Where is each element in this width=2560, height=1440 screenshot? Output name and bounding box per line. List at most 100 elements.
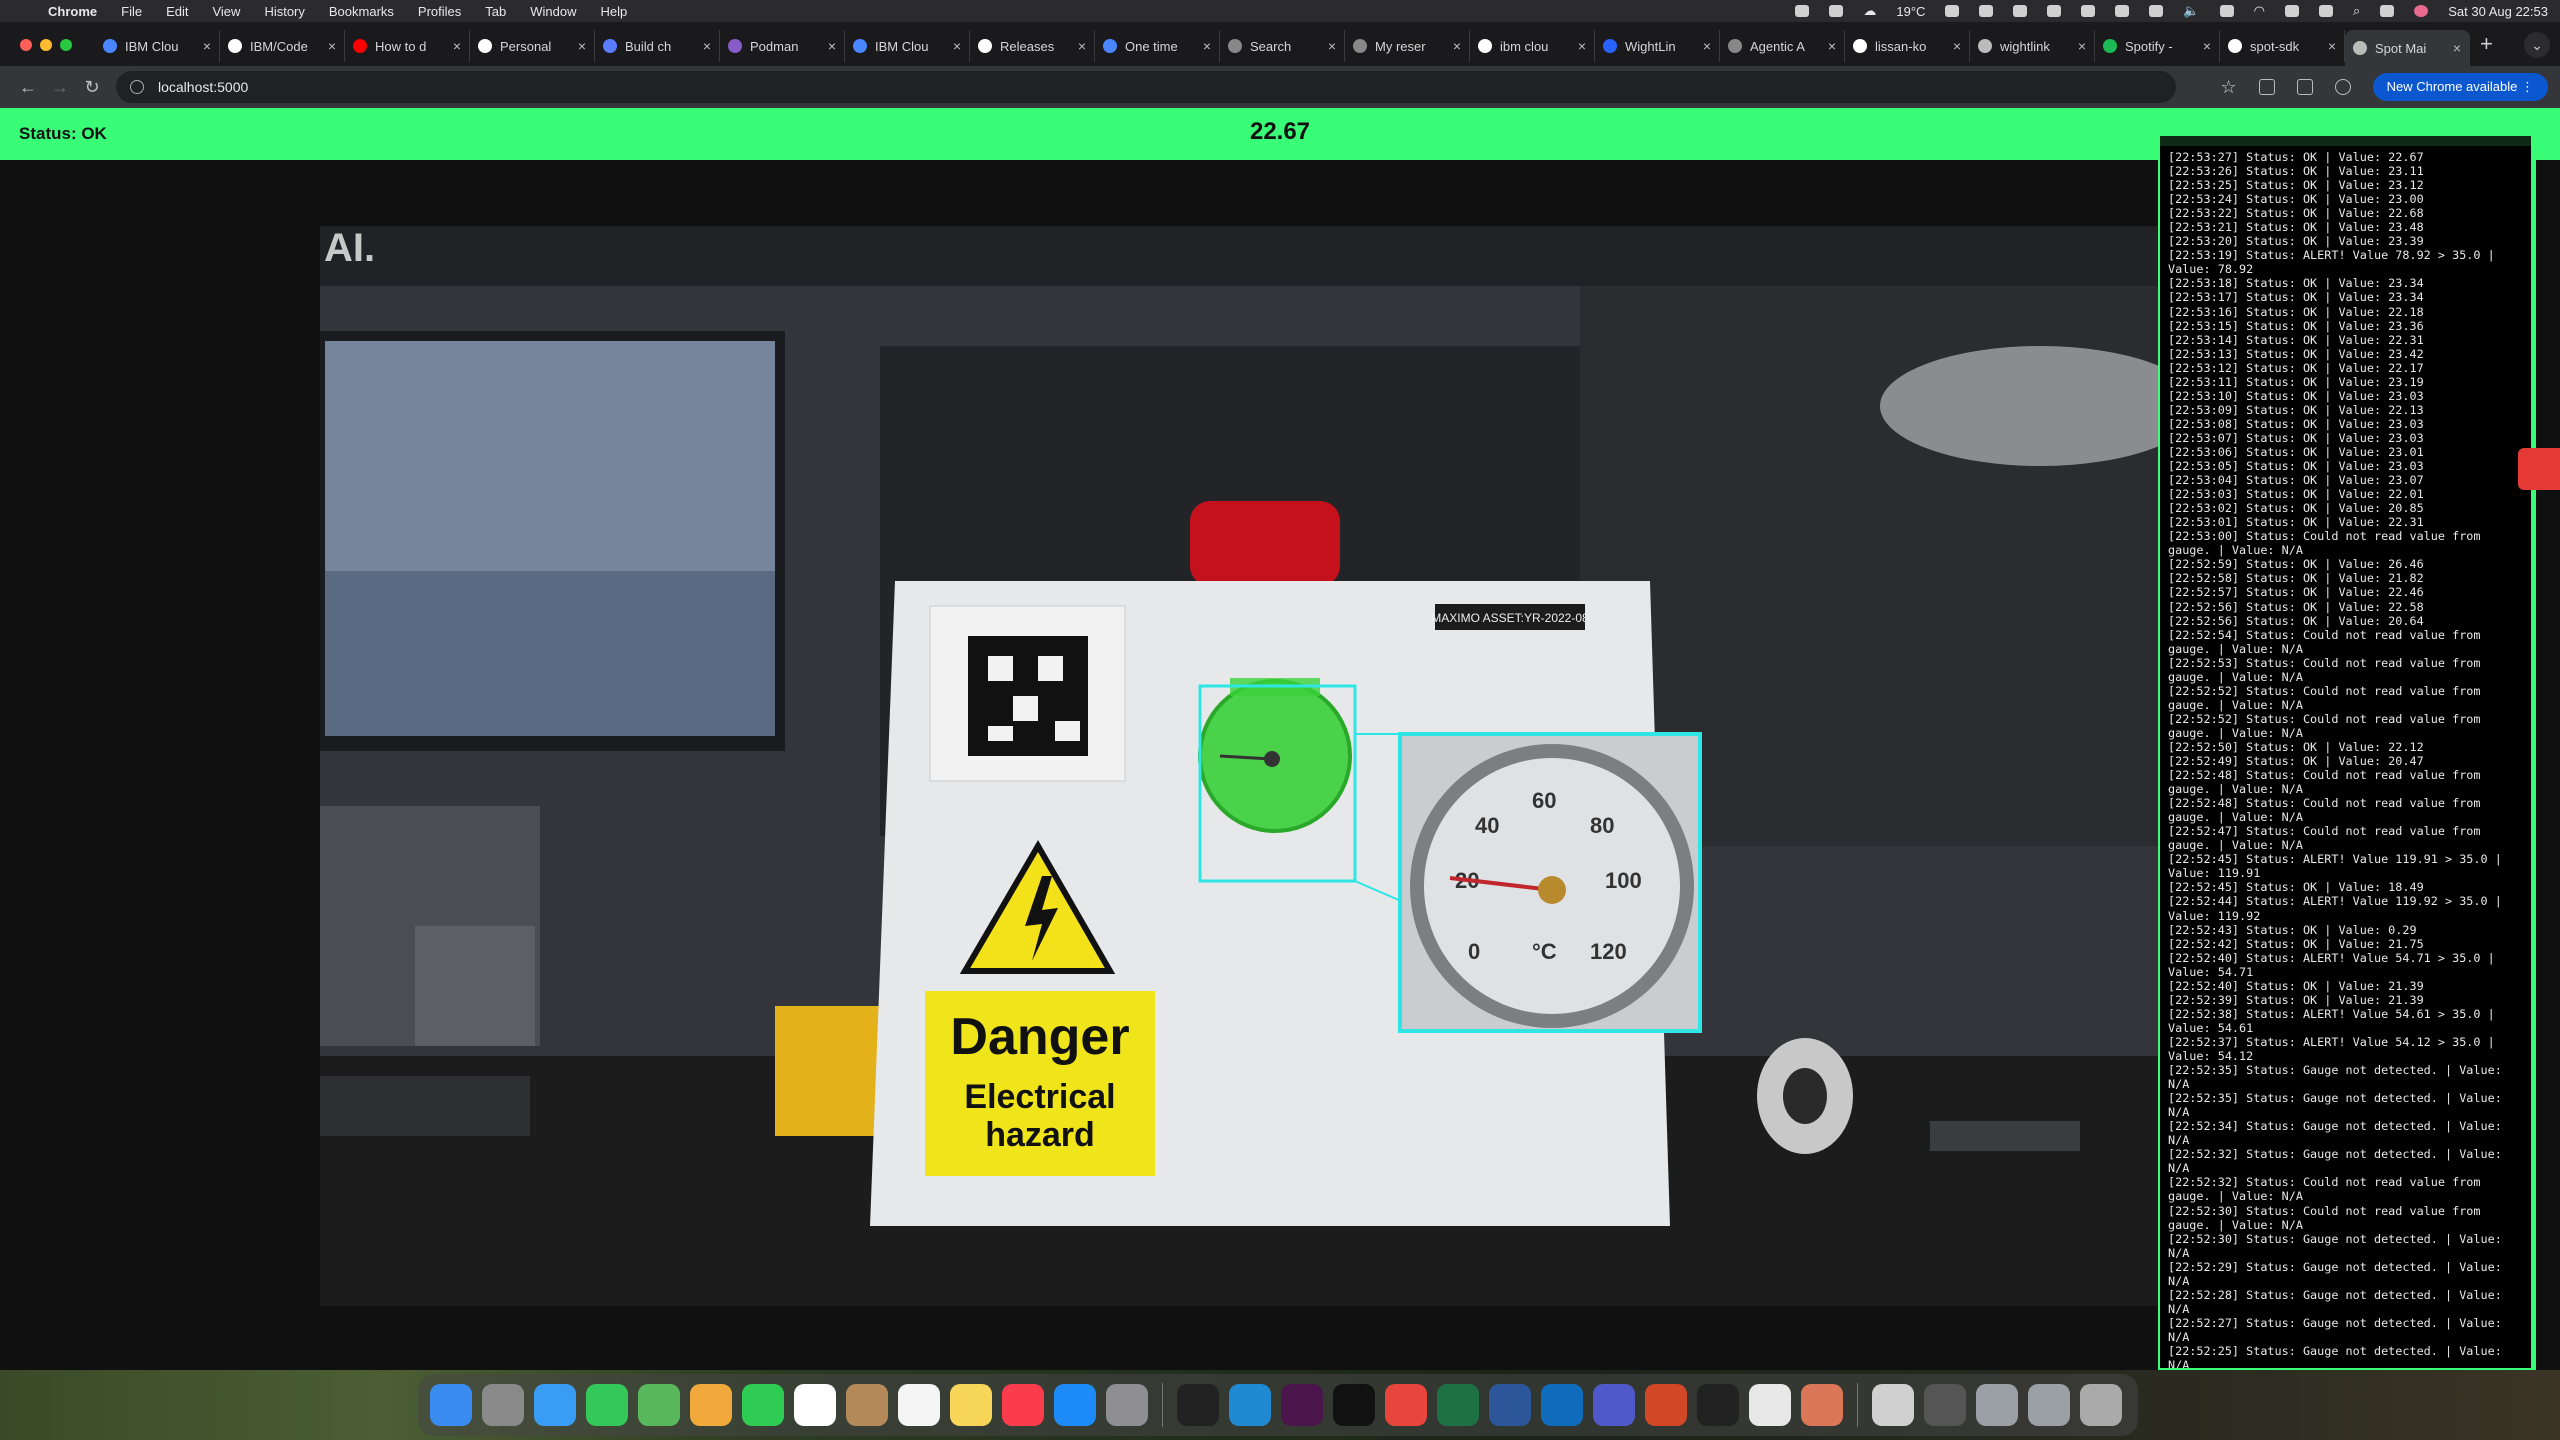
browser-tab[interactable]: IBM Clou × <box>95 30 220 62</box>
tab-search-dropdown-button[interactable]: ⌄ <box>2524 32 2550 58</box>
tab-close-icon[interactable]: × <box>328 38 336 54</box>
dock-claude-icon[interactable] <box>1801 1384 1843 1426</box>
browser-tab[interactable]: IBM Clou × <box>845 30 970 62</box>
wifi-icon[interactable]: ◠ <box>2254 3 2265 19</box>
tab-close-icon[interactable]: × <box>1453 38 1461 54</box>
dock-vscode-icon[interactable] <box>1229 1384 1271 1426</box>
back-button[interactable]: ← <box>12 77 44 98</box>
close-window-button[interactable] <box>20 39 32 51</box>
browser-tab[interactable]: Spotify - × <box>2095 30 2220 62</box>
extensions-icon[interactable] <box>2258 79 2275 95</box>
browser-tab[interactable]: How to d × <box>345 30 470 62</box>
volume-icon[interactable]: 🔈 <box>2183 3 2199 19</box>
tab-close-icon[interactable]: × <box>2203 38 2211 54</box>
tab-close-icon[interactable]: × <box>1953 38 1961 54</box>
browser-tab[interactable]: One time × <box>1095 30 1220 62</box>
status-item-icon[interactable] <box>2219 5 2234 17</box>
dock-downloads-folder-icon[interactable] <box>1976 1384 2018 1426</box>
browser-tab[interactable]: Build ch × <box>595 30 720 62</box>
browser-tab[interactable]: WightLin × <box>1595 30 1720 62</box>
dock-unity-icon[interactable] <box>1697 1384 1739 1426</box>
minimize-window-button[interactable] <box>40 39 52 51</box>
dock-finder-icon[interactable] <box>430 1384 472 1426</box>
address-bar[interactable]: localhost:5000 <box>116 71 2176 103</box>
dock-documents-folder-icon[interactable] <box>2028 1384 2070 1426</box>
browser-tab[interactable]: Agentic A × <box>1720 30 1845 62</box>
menu-profiles[interactable]: Profiles <box>418 4 461 19</box>
browser-tab[interactable]: My reser × <box>1345 30 1470 62</box>
tab-close-icon[interactable]: × <box>1203 38 1211 54</box>
dock-screenshot-folder-icon[interactable] <box>1924 1384 1966 1426</box>
browser-tab[interactable]: lissan-ko × <box>1845 30 1970 62</box>
reading-list-icon[interactable] <box>2296 79 2313 95</box>
tab-close-icon[interactable]: × <box>1578 38 1586 54</box>
status-item-icon[interactable] <box>2081 5 2096 17</box>
siri-icon[interactable] <box>2414 5 2429 17</box>
new-tab-button[interactable]: + <box>2480 28 2493 66</box>
site-info-icon[interactable] <box>130 80 144 94</box>
menu-edit[interactable]: Edit <box>166 4 188 19</box>
status-item-icon[interactable] <box>2013 5 2028 17</box>
dock-photos-icon[interactable] <box>690 1384 732 1426</box>
dock-preview-icon[interactable] <box>1872 1384 1914 1426</box>
menubar-clock[interactable]: Sat 30 Aug 22:53 <box>2448 4 2548 19</box>
weather-temperature[interactable]: 19°C <box>1896 4 1925 19</box>
tab-close-icon[interactable]: × <box>953 38 961 54</box>
dock-launchpad-icon[interactable] <box>482 1384 524 1426</box>
control-center-icon[interactable] <box>2380 5 2395 17</box>
menu-view[interactable]: View <box>212 4 240 19</box>
address-bar-url[interactable]: localhost:5000 <box>158 79 248 95</box>
dock-facetime-icon[interactable] <box>742 1384 784 1426</box>
dock-messages-icon[interactable] <box>586 1384 628 1426</box>
browser-tab[interactable]: spot-sdk × <box>2220 30 2345 62</box>
menu-window[interactable]: Window <box>530 4 576 19</box>
reload-button[interactable]: ↻ <box>76 77 108 98</box>
dock-activity-monitor-icon[interactable] <box>1177 1384 1219 1426</box>
status-item-icon[interactable] <box>1945 5 1960 17</box>
browser-tab[interactable]: ibm clou × <box>1470 30 1595 62</box>
tab-close-icon[interactable]: × <box>2453 40 2461 56</box>
play-circle-icon[interactable] <box>2149 5 2164 17</box>
status-item-icon[interactable] <box>1979 5 1994 17</box>
browser-tab[interactable]: wightlink × <box>1970 30 2095 62</box>
dock-calendar-icon[interactable] <box>794 1384 836 1426</box>
bookmark-star-icon[interactable]: ☆ <box>2220 77 2236 98</box>
dock-terminal-icon[interactable] <box>1333 1384 1375 1426</box>
dock-word-icon[interactable] <box>1489 1384 1531 1426</box>
tab-close-icon[interactable]: × <box>453 38 461 54</box>
dock-powerpoint-icon[interactable] <box>1645 1384 1687 1426</box>
menu-bookmarks[interactable]: Bookmarks <box>329 4 394 19</box>
forward-button[interactable]: → <box>44 77 76 98</box>
dock-slack-icon[interactable] <box>1281 1384 1323 1426</box>
browser-tab[interactable]: Spot Mai × <box>2345 30 2470 66</box>
menu-tab[interactable]: Tab <box>485 4 506 19</box>
new-chrome-available-button[interactable]: New Chrome available ⋮ <box>2372 73 2548 101</box>
dock-maps-icon[interactable] <box>638 1384 680 1426</box>
dock-contacts-icon[interactable] <box>846 1384 888 1426</box>
browser-tab[interactable]: Search × <box>1220 30 1345 62</box>
dock-reminders-icon[interactable] <box>898 1384 940 1426</box>
dock-music-icon[interactable] <box>1002 1384 1044 1426</box>
tab-close-icon[interactable]: × <box>2328 38 2336 54</box>
browser-tab[interactable]: Personal × <box>470 30 595 62</box>
dock-excel-icon[interactable] <box>1437 1384 1479 1426</box>
dock-system-settings-icon[interactable] <box>1106 1384 1148 1426</box>
tab-close-icon[interactable]: × <box>828 38 836 54</box>
menu-chrome[interactable]: Chrome <box>48 4 97 19</box>
status-item-icon[interactable] <box>1829 5 1844 17</box>
dock-teams-icon[interactable] <box>1593 1384 1635 1426</box>
dock-trash-icon[interactable] <box>2080 1384 2122 1426</box>
spotlight-search-icon[interactable]: ⌕ <box>2353 3 2360 19</box>
tab-close-icon[interactable]: × <box>578 38 586 54</box>
tab-close-icon[interactable]: × <box>1328 38 1336 54</box>
browser-tab[interactable]: Podman × <box>720 30 845 62</box>
dock-chatgpt-icon[interactable] <box>1749 1384 1791 1426</box>
battery-icon[interactable] <box>2284 5 2299 17</box>
status-log-panel[interactable]: [22:53:27] Status: OK | Value: 22.67 [22:… <box>2158 134 2536 1370</box>
display-icon[interactable] <box>2115 5 2130 17</box>
dock-app-store-icon[interactable] <box>1054 1384 1096 1426</box>
tab-close-icon[interactable]: × <box>1828 38 1836 54</box>
tab-close-icon[interactable]: × <box>1078 38 1086 54</box>
dock-chrome-icon[interactable] <box>1385 1384 1427 1426</box>
menu-history[interactable]: History <box>264 4 304 19</box>
